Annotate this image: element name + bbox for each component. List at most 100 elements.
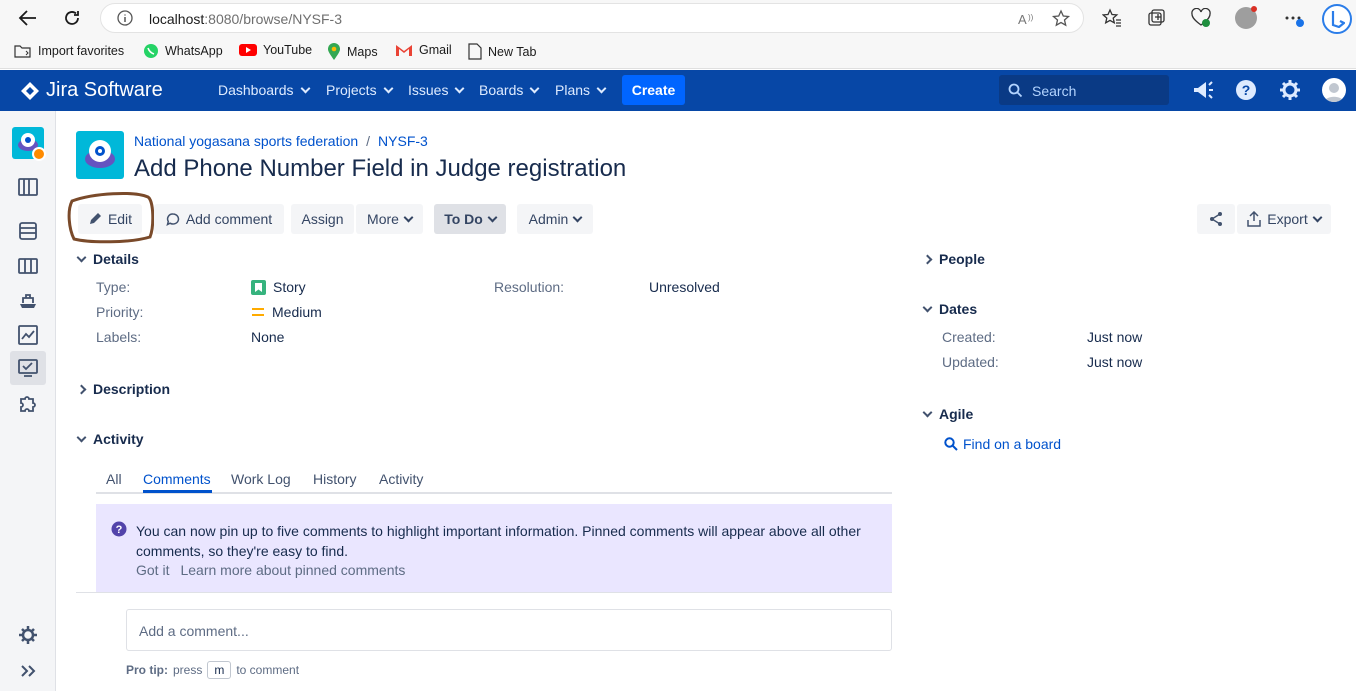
page-icon xyxy=(468,43,482,60)
notifications-megaphone-icon[interactable] xyxy=(1191,79,1215,101)
admin-button[interactable]: Admin xyxy=(517,204,593,234)
add-comment-button[interactable]: Add comment xyxy=(154,204,284,234)
favorites-icon[interactable] xyxy=(1102,8,1122,28)
chevron-down-icon xyxy=(487,212,498,222)
project-settings-gear-icon[interactable] xyxy=(16,623,40,647)
tab-work-log[interactable]: Work Log xyxy=(231,471,291,487)
refresh-icon[interactable] xyxy=(62,8,82,28)
hand-drawn-annotation-circle xyxy=(67,192,155,244)
bookmark-label: New Tab xyxy=(488,44,537,59)
bookmark-youtube[interactable]: YouTube xyxy=(239,43,312,57)
releases-ship-icon[interactable] xyxy=(16,289,40,313)
status-label: To Do xyxy=(444,211,483,227)
breadcrumb-separator: / xyxy=(366,133,371,149)
add-comment-label: Add comment xyxy=(185,211,273,227)
nav-dashboards[interactable]: Dashboards xyxy=(218,82,310,98)
add-ons-puzzle-icon[interactable] xyxy=(16,391,40,415)
folder-import-icon xyxy=(14,45,31,58)
add-favorite-icon[interactable] xyxy=(1051,9,1071,29)
chevron-down-icon xyxy=(596,83,607,93)
create-button[interactable]: Create xyxy=(622,75,685,105)
bookmark-gmail[interactable]: Gmail xyxy=(395,43,452,57)
status-todo-button[interactable]: To Do xyxy=(434,204,506,234)
issues-list-icon[interactable] xyxy=(16,219,40,243)
settings-gear-icon[interactable] xyxy=(1279,79,1301,101)
nav-issues[interactable]: Issues xyxy=(408,82,465,98)
issue-project-avatar[interactable] xyxy=(76,131,124,179)
back-icon[interactable] xyxy=(18,9,38,27)
nav-label: Issues xyxy=(408,82,449,98)
chevron-down-icon xyxy=(922,407,933,417)
bookmark-whatsapp[interactable]: WhatsApp xyxy=(143,43,223,59)
pro-tip-rest: to comment xyxy=(236,663,300,677)
share-icon xyxy=(1210,212,1222,226)
chevron-right-icon xyxy=(76,384,87,394)
activity-section-toggle[interactable]: Activity xyxy=(76,431,144,447)
comment-placeholder: Add a comment... xyxy=(139,623,249,639)
nav-plans[interactable]: Plans xyxy=(555,82,607,98)
dates-section-toggle[interactable]: Dates xyxy=(922,301,977,317)
sidebar-item-issues-active[interactable] xyxy=(10,351,46,385)
details-heading: Details xyxy=(93,251,139,267)
read-aloud-icon[interactable]: A)) xyxy=(1017,11,1037,27)
bookmark-label: Import favorites xyxy=(38,44,125,58)
add-comment-input[interactable]: Add a comment... xyxy=(126,609,892,651)
activity-heading: Activity xyxy=(93,431,144,447)
bookmark-maps[interactable]: Maps xyxy=(327,43,378,61)
breadcrumb-project[interactable]: National yogasana sports federation xyxy=(134,133,358,149)
updated-label: Updated: xyxy=(942,354,999,370)
user-avatar[interactable] xyxy=(1322,78,1346,102)
learn-more-link[interactable]: Learn more about pinned comments xyxy=(180,562,405,578)
chevron-down-icon xyxy=(1312,212,1323,222)
url-host: localhost xyxy=(149,11,205,27)
tab-activity[interactable]: Activity xyxy=(379,471,423,487)
details-section-toggle[interactable]: Details xyxy=(76,251,139,267)
assign-button[interactable]: Assign xyxy=(291,204,354,234)
agile-section-toggle[interactable]: Agile xyxy=(922,406,973,422)
help-icon[interactable]: ? xyxy=(1235,79,1257,101)
priority-text: Medium xyxy=(272,304,322,320)
nav-boards[interactable]: Boards xyxy=(479,82,540,98)
browser-toolbar: localhost:8080/browse/NYSF-3 A)) xyxy=(0,0,1356,36)
reports-chart-icon[interactable] xyxy=(16,323,40,347)
jira-logo[interactable]: Jira Software xyxy=(20,79,163,102)
export-button[interactable]: Export xyxy=(1237,204,1331,234)
find-on-board-label: Find on a board xyxy=(963,436,1062,452)
bookmark-label: Gmail xyxy=(419,43,452,57)
tab-all[interactable]: All xyxy=(106,471,122,487)
description-heading: Description xyxy=(93,381,171,397)
people-section-toggle[interactable]: People xyxy=(922,251,985,267)
description-section-toggle[interactable]: Description xyxy=(76,381,171,397)
issue-title[interactable]: Add Phone Number Field in Judge registra… xyxy=(134,155,626,183)
tab-comments[interactable]: Comments xyxy=(143,471,211,487)
profile-avatar[interactable] xyxy=(1235,6,1257,29)
bookmark-import-favorites[interactable]: Import favorites xyxy=(14,43,124,59)
breadcrumb-issue-key[interactable]: NYSF-3 xyxy=(378,133,428,149)
bing-icon[interactable] xyxy=(1322,4,1352,34)
chevron-down-icon xyxy=(76,252,87,262)
project-avatar[interactable] xyxy=(12,127,46,161)
updated-value: Just now xyxy=(1087,354,1143,370)
nav-projects[interactable]: Projects xyxy=(326,82,394,98)
notice-text: You can now pin up to five comments to h… xyxy=(136,523,861,559)
share-button[interactable] xyxy=(1197,204,1235,234)
backlog-icon[interactable] xyxy=(16,175,40,199)
resolution-value: Unresolved xyxy=(649,279,720,295)
got-it-link[interactable]: Got it xyxy=(136,562,169,578)
browser-essentials-icon[interactable] xyxy=(1190,8,1212,28)
more-button[interactable]: More xyxy=(356,204,423,234)
collections-icon[interactable] xyxy=(1146,8,1166,28)
tab-history[interactable]: History xyxy=(313,471,357,487)
find-on-board-link[interactable]: Find on a board xyxy=(944,436,1061,452)
gmail-icon xyxy=(396,45,412,56)
search-input[interactable]: Search xyxy=(999,75,1169,105)
info-icon[interactable] xyxy=(117,10,133,26)
breadcrumb: National yogasana sports federation / NY… xyxy=(134,133,428,149)
expand-sidebar-icon[interactable] xyxy=(16,659,40,683)
priority-value: Medium xyxy=(251,304,322,320)
svg-text:A: A xyxy=(1018,12,1027,27)
more-menu-icon[interactable] xyxy=(1284,10,1306,28)
board-icon[interactable] xyxy=(16,254,40,278)
bookmark-new-tab[interactable]: New Tab xyxy=(468,43,536,60)
address-bar[interactable]: localhost:8080/browse/NYSF-3 A)) xyxy=(100,3,1084,33)
